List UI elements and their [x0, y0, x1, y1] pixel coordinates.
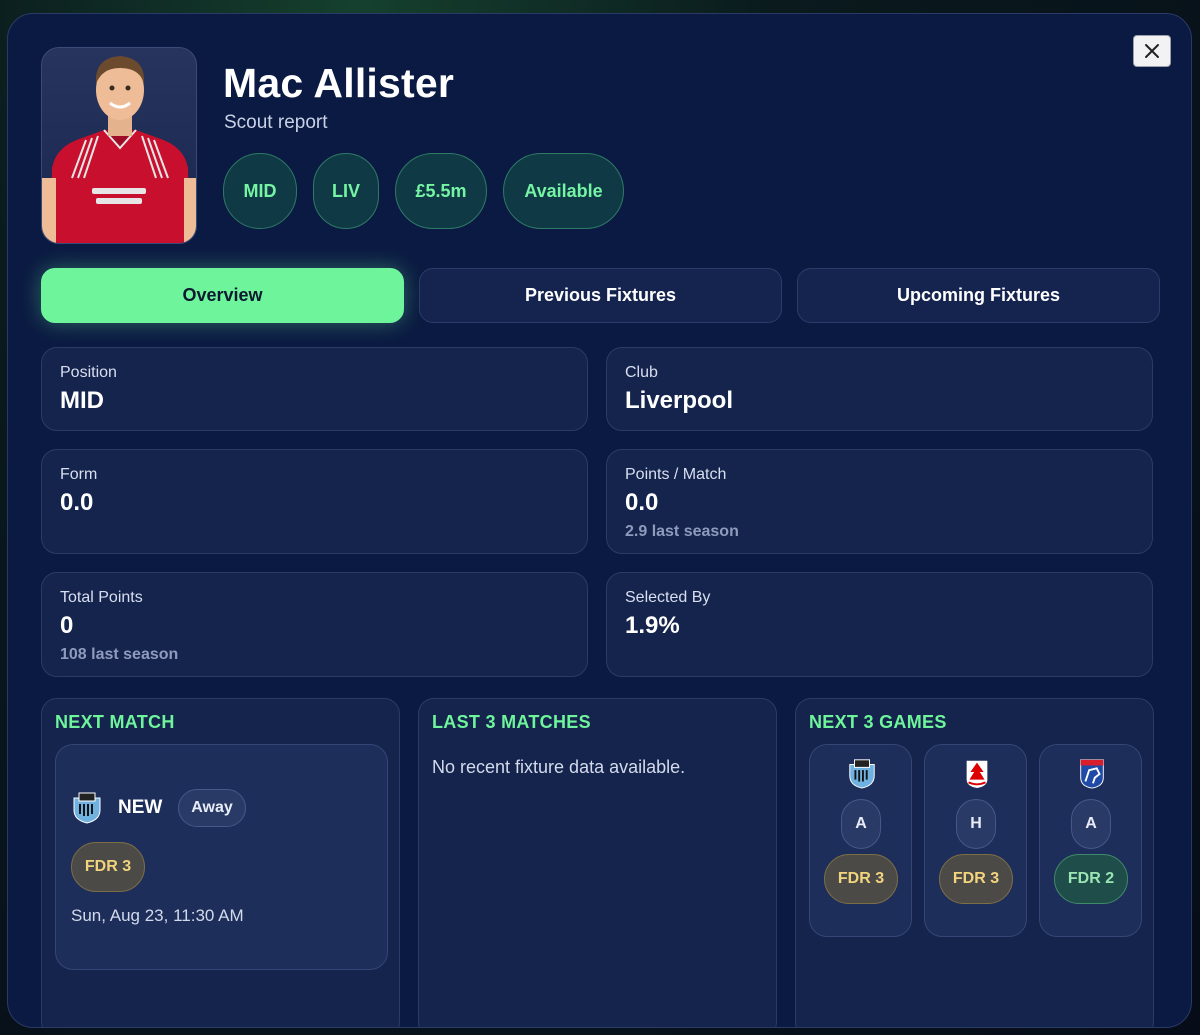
- venue-badge: A: [1071, 799, 1111, 849]
- player-subtitle: Scout report: [224, 112, 328, 133]
- ipswich-crest-icon: [1080, 759, 1104, 789]
- ppm-value: 0.0: [625, 489, 659, 516]
- next-games-title: NEXT 3 GAMES: [809, 712, 947, 732]
- form-card: Form 0.0: [41, 449, 588, 554]
- player-photo: [41, 47, 197, 244]
- selected-value: 1.9%: [625, 612, 680, 639]
- fdr-badge: FDR 3: [824, 854, 898, 904]
- kickoff-time: Sun, Aug 23, 11:30 AM: [71, 906, 244, 925]
- position-chip: MID: [223, 153, 297, 229]
- total-label: Total Points: [60, 589, 143, 606]
- last-matches-panel: LAST 3 MATCHES No recent fixture data av…: [418, 698, 777, 1027]
- next-game-2[interactable]: H FDR 3: [924, 744, 1027, 937]
- ppm-last-season: 2.9 last season: [625, 523, 739, 540]
- fdr-badge: FDR 2: [1054, 854, 1128, 904]
- venue-badge: Away: [178, 789, 246, 827]
- nottingham-forest-crest-icon: [966, 760, 988, 789]
- fdr-badge: FDR 3: [939, 854, 1013, 904]
- total-last-season: 108 last season: [60, 646, 179, 663]
- club-card: Club Liverpool: [606, 347, 1153, 431]
- selected-by-card: Selected By 1.9%: [606, 572, 1153, 677]
- newcastle-crest-icon: [849, 759, 875, 789]
- opponent-name: NEW: [118, 797, 163, 818]
- close-icon: [1145, 44, 1159, 58]
- tab-bar: Overview Previous Fixtures Upcoming Fixt…: [41, 268, 1160, 323]
- venue-badge: A: [841, 799, 881, 849]
- next-games-panel: NEXT 3 GAMES A FDR 3 H FDR 3 A FDR 2: [795, 698, 1154, 1027]
- position-label: Position: [60, 364, 117, 381]
- club-label: Club: [625, 364, 658, 381]
- total-points-card: Total Points 0 108 last season: [41, 572, 588, 677]
- tab-upcoming-fixtures[interactable]: Upcoming Fixtures: [797, 268, 1160, 323]
- position-card: Position MID: [41, 347, 588, 431]
- fdr-badge: FDR 3: [71, 842, 145, 892]
- total-value: 0: [60, 612, 74, 639]
- next-match-title: NEXT MATCH: [55, 712, 175, 732]
- tab-overview[interactable]: Overview: [41, 268, 404, 323]
- player-chips: MID LIV £5.5m Available: [223, 153, 624, 229]
- selected-label: Selected By: [625, 589, 711, 606]
- scout-report-modal: Mac Allister Scout report MID LIV £5.5m …: [7, 13, 1192, 1028]
- position-value: MID: [60, 387, 104, 414]
- ppm-label: Points / Match: [625, 466, 727, 483]
- next-match-panel: NEXT MATCH NEW Away FDR 3 Sun, Aug 23, 1…: [41, 698, 400, 1027]
- points-per-match-card: Points / Match 0.0 2.9 last season: [606, 449, 1153, 554]
- newcastle-crest-icon: [73, 792, 101, 824]
- form-label: Form: [60, 466, 98, 483]
- form-value: 0.0: [60, 489, 94, 516]
- next-match-card[interactable]: NEW Away FDR 3 Sun, Aug 23, 11:30 AM: [55, 744, 388, 970]
- status-chip: Available: [503, 153, 624, 229]
- next-game-3[interactable]: A FDR 2: [1039, 744, 1142, 937]
- price-chip: £5.5m: [395, 153, 487, 229]
- club-chip: LIV: [313, 153, 379, 229]
- no-fixture-message: No recent fixture data available.: [432, 757, 686, 777]
- club-value: Liverpool: [625, 387, 734, 414]
- last-matches-title: LAST 3 MATCHES: [432, 712, 591, 732]
- close-button[interactable]: [1133, 35, 1171, 67]
- tab-previous-fixtures[interactable]: Previous Fixtures: [419, 268, 782, 323]
- venue-badge: H: [956, 799, 996, 849]
- next-game-1[interactable]: A FDR 3: [809, 744, 912, 937]
- player-name: Mac Allister: [223, 60, 455, 106]
